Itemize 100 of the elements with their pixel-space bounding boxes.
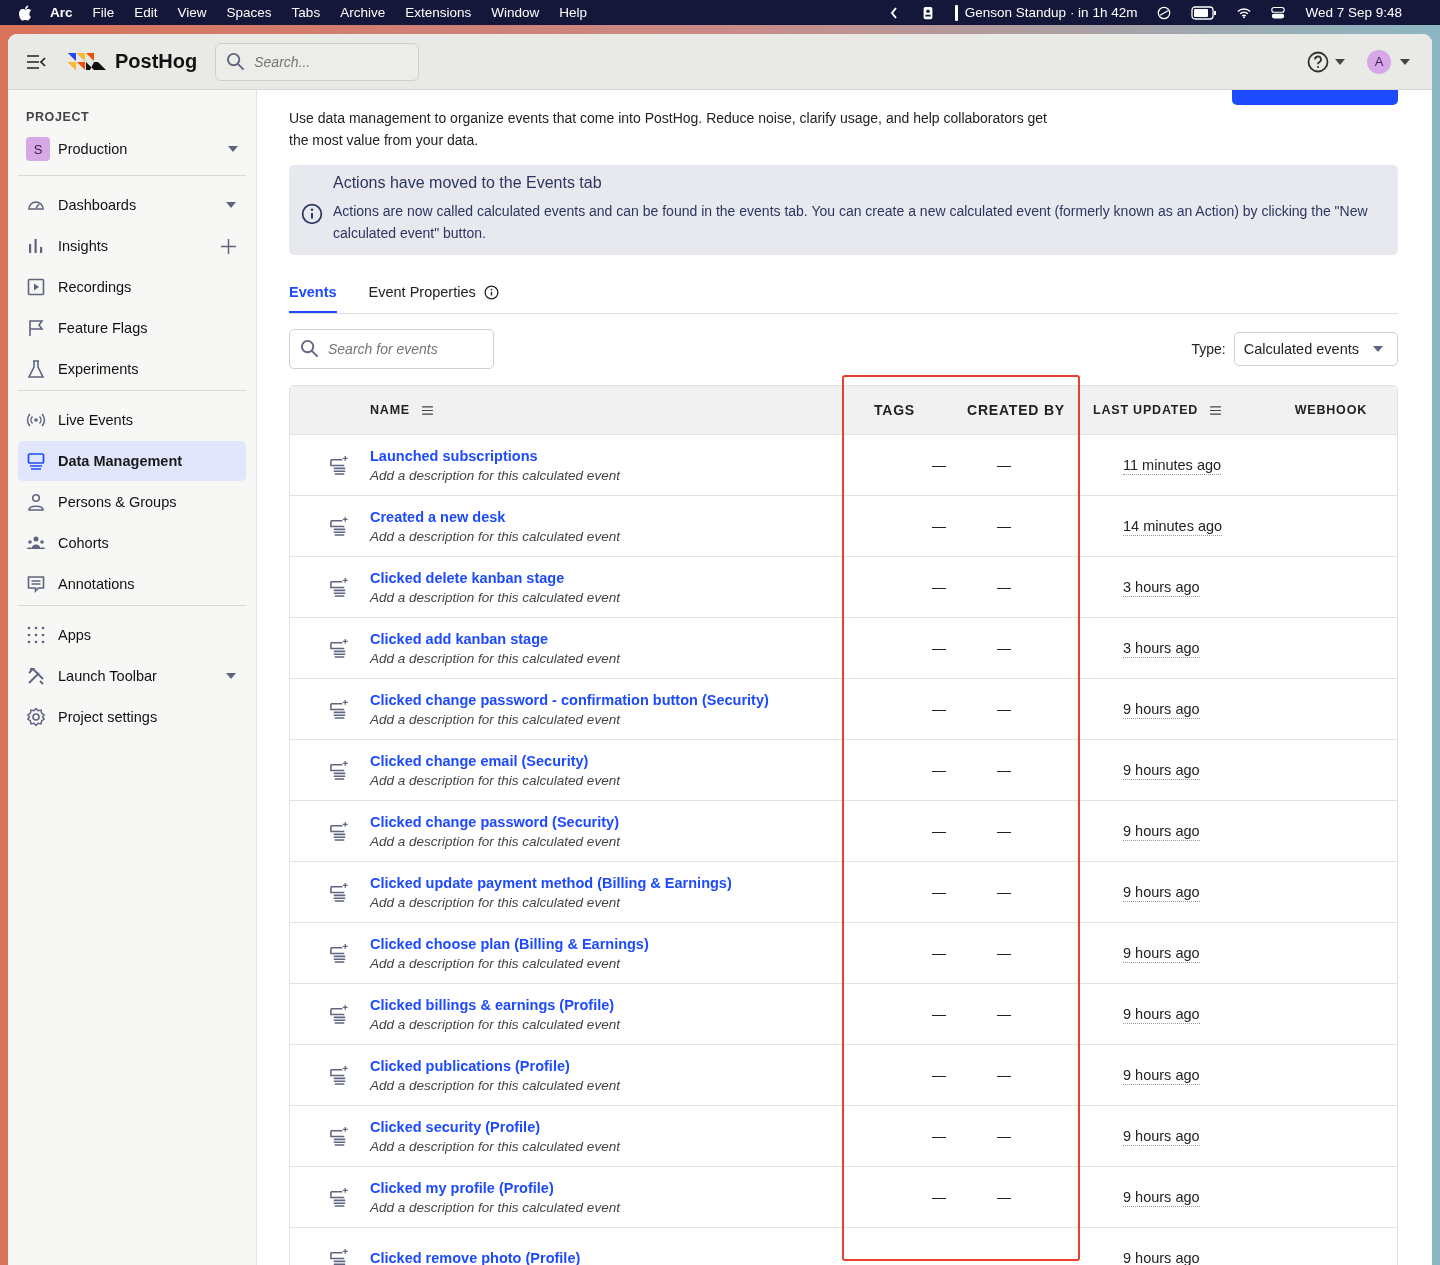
wifi-icon[interactable] — [1237, 5, 1252, 20]
comment-icon — [26, 574, 46, 594]
nav-item[interactable]: Experiments — [18, 349, 246, 389]
nav-item[interactable]: Project settings — [18, 697, 246, 737]
event-name-link[interactable]: Clicked delete kanban stage — [370, 569, 865, 586]
event-icon — [328, 454, 350, 476]
search-field[interactable]: Search for events — [289, 329, 494, 369]
nav-item[interactable]: Data Management — [18, 441, 246, 481]
table-cell: 9 hours ago — [1123, 701, 1200, 719]
caret-icon[interactable] — [1400, 58, 1410, 65]
column-header[interactable]: WEBHOOK — [1294, 403, 1367, 417]
table-cell: 14 minutes ago — [1123, 518, 1223, 536]
user-avatar[interactable]: A — [1367, 49, 1391, 74]
apple-icon[interactable] — [18, 4, 32, 21]
menu-item[interactable]: Extensions — [405, 5, 472, 20]
search-icon — [226, 51, 246, 71]
nav-item[interactable]: Dashboards — [18, 185, 246, 225]
tab[interactable]: Event Properties — [368, 279, 499, 313]
column-header[interactable]: NAME — [370, 403, 410, 417]
nav-item[interactable]: Cohorts — [18, 523, 246, 563]
tools-icon — [26, 666, 46, 686]
event-description: Add a description for this calculated event — [370, 467, 622, 483]
nav-item[interactable]: Live Events — [18, 400, 246, 440]
event-icon — [328, 759, 350, 781]
event-description: Add a description for this calculated event — [370, 1138, 622, 1154]
gear-icon — [26, 707, 46, 727]
column-menu-icon[interactable] — [1210, 405, 1222, 415]
nav-item[interactable]: Persons & Groups — [18, 482, 246, 522]
table-cell: 9 hours ago — [1123, 1189, 1200, 1207]
nav-item[interactable]: Insights — [18, 226, 246, 266]
event-description: Add a description for this calculated event — [370, 772, 622, 788]
column-menu-icon[interactable] — [422, 405, 433, 415]
table-cell: — — [932, 1128, 946, 1144]
column-header[interactable]: LAST UPDATED — [1093, 403, 1199, 417]
menu-item[interactable]: View — [177, 5, 207, 20]
column-header[interactable]: TAGS — [873, 402, 915, 418]
event-name-link[interactable]: Clicked my profile (Profile) — [370, 1179, 865, 1196]
event-name-link[interactable]: Clicked billings & earnings (Profile) — [370, 996, 865, 1013]
event-icon — [328, 1125, 350, 1147]
banner-text: Actions are now called calculated events and can be found in the events tab. You can create a new calculated event (formerly known as an Action) by clicking the "New calculated event" button. — [333, 202, 1369, 243]
caret-icon[interactable] — [1335, 58, 1345, 65]
caret-icon[interactable] — [228, 146, 238, 152]
table-cell: — — [997, 640, 1011, 656]
plus-icon[interactable] — [221, 238, 236, 254]
column-header[interactable]: CREATED BY — [967, 402, 1065, 418]
menu-item[interactable]: Spaces — [226, 5, 272, 20]
menu-icon[interactable] — [26, 53, 46, 70]
nav-item[interactable]: Feature Flags — [18, 308, 246, 348]
type-label: Type: — [1191, 341, 1226, 357]
event-icon — [328, 515, 350, 537]
table-cell: — — [932, 1006, 946, 1022]
caret-icon[interactable] — [226, 673, 236, 679]
event-icon — [328, 1064, 350, 1086]
menu-item[interactable]: File — [92, 5, 115, 20]
table-cell: 11 minutes ago — [1123, 457, 1222, 475]
event-name-link[interactable]: Clicked choose plan (Billing & Earnings) — [370, 935, 865, 952]
nav-item[interactable]: Recordings — [18, 267, 246, 307]
event-name-link[interactable]: Clicked change email (Security) — [370, 752, 865, 769]
section-label: PROJECT — [25, 110, 91, 124]
logo-icon[interactable] — [68, 50, 108, 73]
event-description: Add a description for this calculated event — [370, 589, 622, 605]
table-cell: 9 hours ago — [1123, 1006, 1200, 1024]
project-switcher[interactable]: S Production — [18, 133, 246, 165]
nav-item[interactable]: Launch Toolbar — [18, 656, 246, 696]
help-icon[interactable] — [1307, 50, 1329, 73]
event-name-link[interactable]: Clicked change password (Security) — [370, 813, 865, 830]
event-icon — [328, 576, 350, 598]
tab[interactable]: Events — [289, 279, 337, 313]
brand-name: PostHog — [115, 50, 198, 73]
event-name-link[interactable]: Clicked publications (Profile) — [370, 1057, 865, 1074]
table-cell: 9 hours ago — [1123, 1128, 1200, 1146]
table-cell: — — [932, 640, 946, 656]
table-cell: 3 hours ago — [1123, 640, 1200, 658]
nav-item[interactable]: Apps — [18, 615, 246, 655]
event-description: Add a description for this calculated event — [370, 650, 622, 666]
menu-item[interactable]: Window — [491, 5, 540, 20]
type-select[interactable]: Calculated events — [1233, 332, 1398, 366]
calendar-event[interactable]: Genson Standup · in 1h 42m — [964, 5, 1138, 20]
menu-item[interactable]: Help — [559, 5, 587, 20]
control-center-icon[interactable] — [1271, 5, 1286, 20]
search-field[interactable]: Search... — [215, 42, 420, 81]
table-cell: — — [932, 457, 946, 473]
app-menu[interactable]: Arc — [50, 5, 73, 20]
page-description: Use data management to organize events that come into PostHog. Reduce noise, clarify usage, and help collaborators get the most value from your data. — [289, 109, 1048, 150]
event-name-link[interactable]: Clicked add kanban stage — [370, 630, 865, 647]
event-name-link[interactable]: Clicked change password - confirmation button (Security) — [370, 691, 865, 708]
event-name-link[interactable]: Clicked update payment method (Billing & Earnings) — [370, 874, 865, 891]
event-description: Add a description for this calculated event — [370, 894, 622, 910]
menu-item[interactable]: Edit — [134, 5, 158, 20]
event-name-link[interactable]: Created a new desk — [370, 508, 865, 525]
event-name-link[interactable]: Launched subscriptions — [370, 447, 865, 464]
table-cell: — — [932, 945, 946, 961]
menu-item[interactable]: Tabs — [291, 5, 321, 20]
caret-icon[interactable] — [226, 202, 236, 208]
menu-bar-clock[interactable]: Wed 7 Sep 9:48 — [1305, 5, 1402, 20]
menu-item[interactable]: Archive — [340, 5, 386, 20]
nav-item[interactable]: Annotations — [18, 564, 246, 604]
event-name-link[interactable]: Clicked security (Profile) — [370, 1118, 865, 1135]
battery-icon[interactable] — [1191, 5, 1218, 20]
grid-icon — [26, 625, 46, 645]
